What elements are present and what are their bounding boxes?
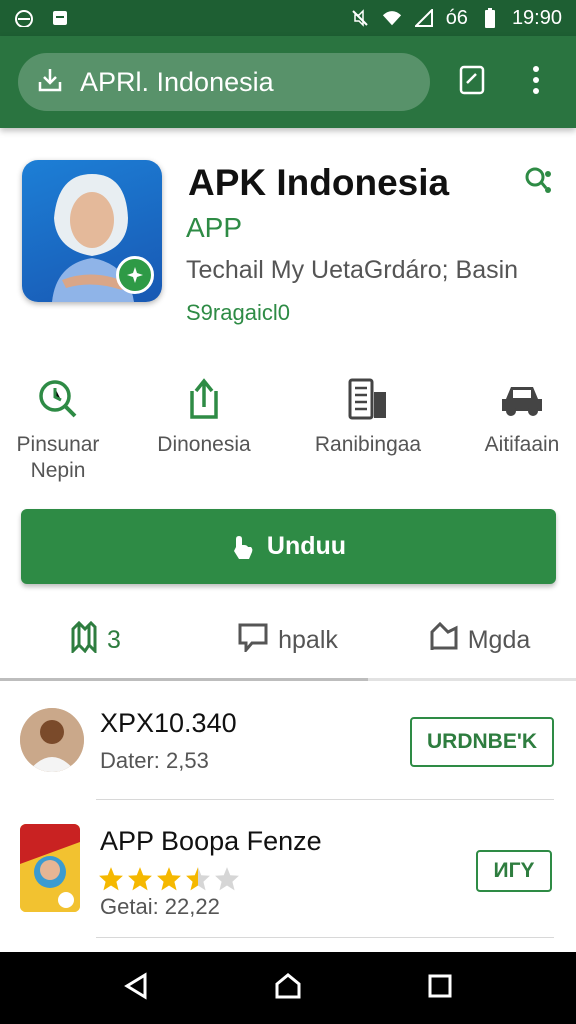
status-bar: ó6 19:90 — [0, 0, 576, 36]
recents-button[interactable] — [418, 966, 462, 1010]
app-developer[interactable]: Techail My UetaGrdáro; Basin — [186, 256, 518, 285]
avatar — [20, 708, 84, 772]
rating-stars — [98, 866, 240, 892]
url-text: APRl. Indonesia — [80, 66, 274, 97]
recents-icon — [428, 974, 452, 1003]
document-icon — [458, 65, 486, 100]
star-icon — [157, 867, 181, 891]
list-divider — [96, 937, 554, 938]
tab-indicator — [0, 678, 368, 681]
list-item[interactable]: APP Boopa Fenze Getai: 22,22 ИГY — [0, 820, 576, 940]
document-button[interactable] — [450, 60, 494, 104]
tab-label: hpalk — [278, 625, 338, 654]
more-button[interactable] — [514, 60, 558, 104]
share-icon — [524, 166, 554, 201]
list-item-subtitle: Dater: 2,53 — [100, 748, 209, 773]
navigation-bar — [0, 952, 576, 1024]
install-button[interactable]: Unduu — [21, 509, 556, 584]
stat-item[interactable]: Dinonesia — [134, 376, 274, 458]
wifi-icon — [382, 8, 402, 28]
list-divider — [96, 799, 554, 800]
app-tag: S9ragaicl0 — [186, 300, 290, 325]
clock: 19:90 — [511, 6, 562, 29]
back-button[interactable] — [114, 966, 158, 1010]
list-item-action-button[interactable]: ИГY — [476, 850, 552, 892]
comment-icon — [238, 622, 268, 659]
stat-item[interactable]: Aitifaain — [452, 376, 576, 458]
more-vert-icon — [532, 65, 540, 100]
flag-icon — [430, 621, 458, 659]
stat-item[interactable]: Pinsunar Nepin — [0, 376, 128, 484]
app-thumbnail — [20, 824, 80, 912]
document-icon — [298, 376, 438, 422]
signal-icon — [414, 8, 434, 28]
list-item-title: XPX10.340 — [100, 708, 237, 738]
stat-label: Aitifaain — [484, 433, 560, 456]
tab-bar: 3 hpalk Mgda — [0, 610, 576, 670]
star-icon — [215, 867, 239, 891]
url-bar[interactable]: APRl. Indonesia — [18, 53, 431, 111]
star-icon — [128, 867, 152, 891]
map-icon — [71, 620, 97, 660]
car-icon — [452, 376, 576, 422]
tab-label: Mgda — [467, 625, 531, 654]
app-bar: APRl. Indonesia — [0, 36, 576, 128]
app-title: APK Indonesia — [188, 162, 450, 203]
download-icon — [36, 66, 64, 99]
app-category[interactable]: APP — [186, 212, 242, 244]
list-item-subtitle: Getai: 22,22 — [100, 894, 220, 919]
back-icon — [123, 971, 149, 1005]
star-icon — [186, 867, 210, 891]
tab-label: 3 — [107, 625, 121, 654]
stat-label: Dinonesia — [157, 433, 251, 456]
home-icon — [274, 972, 302, 1005]
tab-map[interactable]: 3 — [0, 610, 192, 670]
hand-icon — [231, 533, 255, 561]
app-icon — [22, 160, 162, 302]
sim-icon — [50, 8, 70, 28]
add-badge-icon — [116, 256, 154, 294]
tab-comments[interactable]: hpalk — [192, 610, 384, 670]
list-item-action-button[interactable]: URDNBE'K — [410, 717, 554, 767]
stat-label: Pinsunar Nepin — [16, 433, 100, 482]
stats-row: Pinsunar Nepin Dinonesia Ranibingaa Aiti… — [0, 376, 576, 486]
battery-text: ó6 — [445, 6, 468, 29]
app-header: APK Indonesia APP Techail My UetaGrdáro;… — [22, 160, 562, 325]
list-item[interactable]: XPX10.340 Dater: 2,53 URDNBE'K — [0, 700, 576, 820]
tab-media[interactable]: Mgda — [384, 610, 576, 670]
share-button[interactable] — [522, 166, 556, 200]
search-clock-icon — [0, 376, 128, 422]
list-item-title: APP Boopa Fenze — [100, 826, 322, 856]
stat-label: Ranibingaa — [314, 433, 422, 456]
upload-icon — [134, 376, 274, 422]
install-button-label: Unduu — [266, 532, 347, 560]
mute-icon — [350, 8, 370, 28]
android-icon — [14, 8, 34, 28]
stat-item[interactable]: Ranibingaa — [298, 376, 438, 458]
home-button[interactable] — [266, 966, 310, 1010]
star-icon — [99, 867, 123, 891]
battery-icon — [480, 8, 500, 28]
